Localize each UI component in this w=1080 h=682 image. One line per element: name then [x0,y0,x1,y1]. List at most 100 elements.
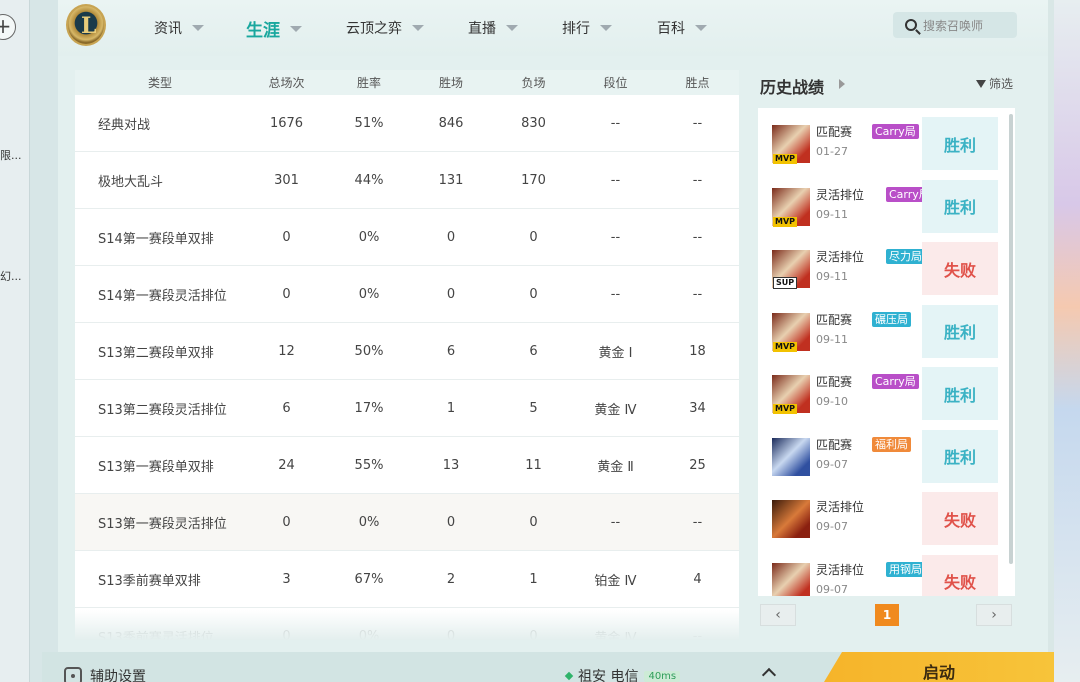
main-window: L 资讯 生涯 云顶之弈 直播 排行 百科 搜索召唤师 类型 总场次 胜率 胜场… [58,0,1054,682]
header-losses: 负场 [521,76,546,90]
cell-lp: -- [692,514,703,530]
header-type: 类型 [147,76,172,90]
champion-avatar [772,500,810,538]
champion-avatar: MVP [772,375,810,414]
cell-lp: 4 [693,571,702,587]
cell-type: S13第二赛段单双排 [98,345,214,361]
nav-item-tft[interactable]: 云顶之弈 [346,18,424,38]
nav-label: 排行 [562,21,590,37]
add-icon[interactable]: + [0,14,16,40]
logo-letter: L [81,13,97,39]
match-item[interactable]: 灵活排位 用钢局 09-07 失败 [772,554,998,596]
match-item[interactable]: MVP 匹配赛 碾压局 09-11 胜利 [772,304,998,358]
history-scrollbar[interactable] [1009,114,1013,564]
nav-item-wiki[interactable]: 百科 [657,18,707,38]
chevron-up-icon[interactable] [761,667,777,682]
cell-lp: 34 [689,400,706,416]
nav-label: 云顶之弈 [346,21,402,37]
champion-avatar: MVP [772,312,810,352]
server-selector[interactable]: 祖安 电信 40ms [564,666,681,682]
champion-avatar: MVP [772,125,810,164]
status-dot-icon [564,671,574,681]
cell-losses: 830 [521,115,546,131]
page-number[interactable]: 1 [875,604,899,626]
nav-item-career[interactable]: 生涯 [246,16,302,41]
cell-wins: 846 [438,115,464,131]
left-sidebar: + 限... 幻... [0,0,30,682]
match-date: 09-11 [816,332,848,346]
cell-total: 0 [282,286,291,302]
chevron-down-icon [600,25,612,31]
champion-avatar: MVP [772,187,810,227]
pagination: ‹ 1 › [758,600,1015,630]
sidebar-item-2[interactable]: 幻... [0,268,22,284]
table-fade [75,610,739,640]
match-date: 09-07 [816,582,848,596]
search-input[interactable]: 搜索召唤师 [893,12,1017,38]
table-row[interactable]: S13第一赛段单双排 24 55% 13 11 黄金 Ⅱ 25 [75,437,739,494]
table-header: 类型 总场次 胜率 胜场 负场 段位 胜点 [75,70,739,95]
cell-type: S13第一赛段单双排 [98,459,214,475]
match-tag: 福利局 [872,436,911,452]
table-row[interactable]: S13季前赛单双排 3 67% 2 1 铂金 Ⅳ 4 [75,551,739,608]
cell-losses: 11 [525,457,542,473]
cell-lp: 25 [689,457,706,473]
match-item[interactable]: MVP 匹配赛 Carry局 09-10 胜利 [772,367,998,420]
chevron-down-icon [506,25,518,31]
cell-losses: 6 [529,343,538,359]
table-row[interactable]: 经典对战 1676 51% 846 830 -- -- [75,95,739,152]
cell-wins: 0 [446,229,456,245]
match-tag: 用钢局 [886,561,925,577]
match-item[interactable]: MVP 匹配赛 Carry局 01-27 胜利 [772,117,998,170]
table-row[interactable]: S13第二赛段灵活排位 6 17% 1 5 黄金 Ⅳ 34 [75,380,739,437]
mvp-badge: MVP [773,341,798,352]
cell-losses: 5 [529,400,538,416]
match-tag: Carry局 [872,124,919,139]
table-row[interactable]: S13第一赛段灵活排位 0 0% 0 0 -- -- [75,494,739,551]
chevron-right-icon[interactable] [839,79,845,89]
match-date: 09-07 [816,520,848,533]
nav-label: 直播 [468,21,496,37]
table-row[interactable]: S14第一赛段单双排 0 0% 0 0 -- -- [75,209,739,266]
cell-total: 0 [282,514,291,530]
header-winrate: 胜率 [356,76,381,90]
settings-icon [64,667,82,682]
prev-page-button[interactable]: ‹ [760,604,796,626]
nav-label: 生涯 [246,21,280,41]
match-item[interactable]: 匹配赛 福利局 09-07 胜利 [772,429,998,483]
table-row[interactable]: S14第一赛段灵活排位 0 0% 0 0 -- -- [75,266,739,323]
match-result: 失败 [922,492,998,545]
assist-settings-button[interactable]: 辅助设置 [64,666,146,682]
lol-logo[interactable]: L [66,4,106,46]
background-art [1054,0,1080,682]
next-page-button[interactable]: › [976,604,1012,626]
match-mode: 灵活排位 [816,187,865,202]
cell-type: S14第一赛段单双排 [98,231,214,247]
chevron-down-icon [695,25,707,31]
cell-rank: -- [610,115,621,131]
cell-rank: 黄金 Ⅱ [597,459,634,475]
cell-winrate: 44% [354,172,384,188]
filter-button[interactable]: 筛选 [976,75,1013,92]
history-title[interactable]: 历史战绩 [760,74,824,98]
match-item[interactable]: 灵活排位 09-07 失败 [772,492,998,545]
match-date: 09-10 [816,395,848,408]
header-lp: 胜点 [685,76,710,90]
launch-button[interactable]: 启动 [824,652,1054,682]
nav-item-ranking[interactable]: 排行 [562,18,612,38]
match-item[interactable]: MVP 灵活排位 Carry局 09-11 胜利 [772,179,998,233]
match-item[interactable]: SUP 灵活排位 尽力局 09-11 失败 [772,242,998,295]
filter-icon [976,79,986,88]
cell-winrate: 17% [354,400,384,416]
mvp-badge: MVP [773,154,798,164]
cell-lp: 18 [689,343,706,359]
sidebar-item-1[interactable]: 限... [0,147,22,163]
nav-item-live[interactable]: 直播 [468,18,518,38]
nav-item-news[interactable]: 资讯 [154,18,204,38]
table-row[interactable]: S13第二赛段单双排 12 50% 6 6 黄金 Ⅰ 18 [75,323,739,380]
cell-total: 301 [274,172,299,188]
cell-wins: 131 [438,172,464,188]
cell-winrate: 51% [354,115,384,131]
match-result: 胜利 [922,367,998,420]
table-row[interactable]: 极地大乱斗 301 44% 131 170 -- -- [75,152,739,209]
